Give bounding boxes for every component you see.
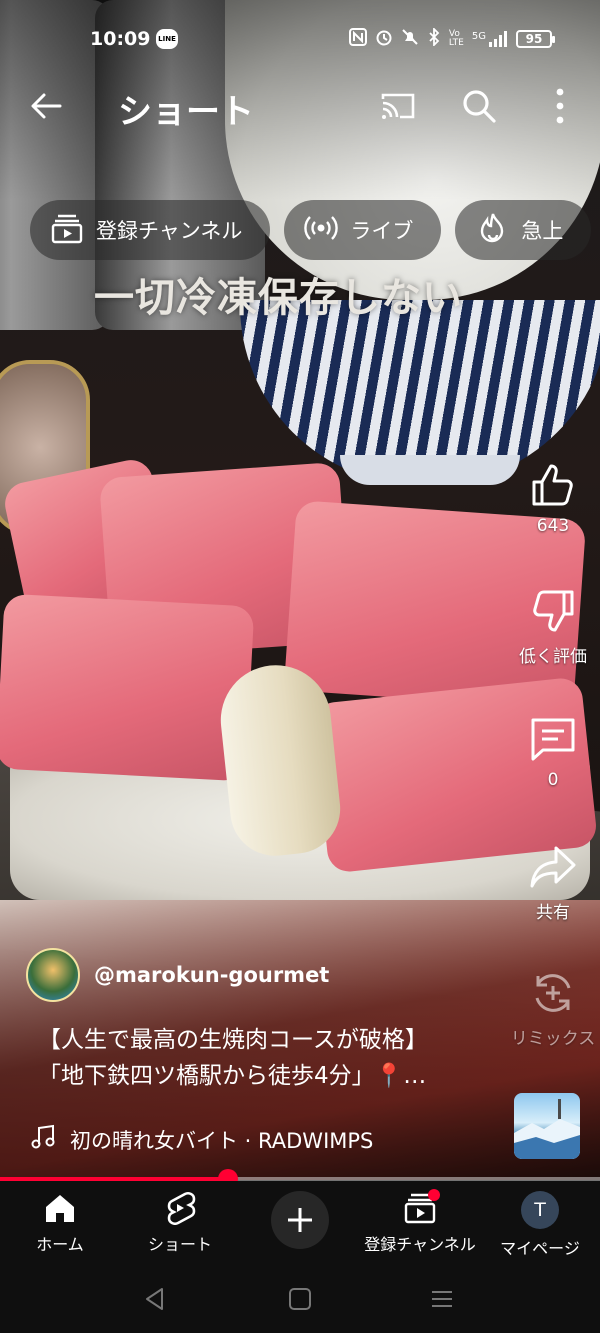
shorts-icon (167, 1191, 196, 1225)
channel-avatar[interactable] (26, 948, 80, 1002)
nfc-icon (348, 28, 367, 50)
nav-label: ショート (147, 1235, 212, 1254)
back-arrow-icon[interactable] (28, 88, 64, 124)
chip-trending[interactable]: 急上 (455, 200, 592, 260)
share-icon (530, 846, 576, 888)
music-title: 初の晴れ女バイト · RADWIMPS (70, 1128, 374, 1153)
bottom-navigation: ホーム ショート 登録チャンネル T マイページ (0, 1181, 600, 1266)
more-options-icon[interactable] (548, 86, 572, 126)
mute-icon (401, 28, 419, 50)
status-time: 10:09 (90, 28, 151, 50)
create-button[interactable] (271, 1191, 329, 1249)
subscriptions-icon (50, 211, 84, 250)
home-icon (46, 1195, 74, 1222)
comment-count: 0 (547, 770, 559, 790)
nav-label: ホーム (36, 1235, 84, 1254)
line-notification-icon: LINE (156, 29, 178, 49)
system-back-icon[interactable] (140, 1284, 170, 1314)
nav-label: 登録チャンネル (364, 1235, 476, 1254)
meat-slice (0, 593, 255, 782)
chip-subscriptions[interactable]: 登録チャンネル (30, 200, 271, 260)
app-bar: ショート (0, 78, 600, 134)
description-line: 【人生で最高の生焼肉コースが破格】 (38, 1027, 428, 1053)
comments-button[interactable]: 0 (506, 714, 600, 790)
live-icon (304, 211, 339, 250)
music-row[interactable]: 初の晴れ女バイト · RADWIMPS (30, 1124, 373, 1155)
comment-icon (531, 718, 575, 761)
remix-button[interactable]: リミックス (506, 968, 600, 1049)
chip-label: 急上 (521, 219, 564, 243)
like-count: 643 (536, 516, 570, 536)
remix-icon (535, 974, 571, 1012)
nav-label: マイページ (500, 1239, 580, 1258)
plus-icon (288, 1208, 312, 1232)
nav-profile[interactable]: T マイページ (480, 1181, 600, 1259)
search-icon[interactable] (461, 88, 497, 124)
alarm-icon (375, 28, 393, 50)
description-line: 「地下鉄四ツ橋駅から徒歩4分」📍… (38, 1063, 427, 1089)
nav-subscriptions[interactable]: 登録チャンネル (360, 1181, 480, 1255)
signal-icon: 5G (472, 31, 508, 47)
album-art-icon (514, 1099, 580, 1159)
status-icons: Vo LTE 5G 95 (348, 26, 555, 50)
notification-dot (428, 1189, 440, 1201)
video-caption-overlay: 一切冷凍保存しない (94, 274, 463, 321)
nav-home[interactable]: ホーム (0, 1181, 120, 1255)
status-bar: 10:09 LINE Vo LTE 5G 95 (0, 22, 600, 62)
system-recents-icon[interactable] (427, 1284, 457, 1314)
dislike-button[interactable]: 低く評価 (506, 586, 600, 667)
chip-label: 登録チャンネル (96, 219, 243, 243)
channel-handle[interactable]: @marokun-gourmet (94, 963, 329, 987)
system-navigation-bar (0, 1266, 600, 1333)
system-home-icon[interactable] (285, 1284, 315, 1314)
thumbs-up-icon (532, 464, 573, 506)
like-button[interactable]: 643 (506, 460, 600, 536)
music-thumbnail[interactable] (514, 1093, 580, 1159)
dislike-label: 低く評価 (519, 647, 587, 667)
chip-label: ライブ (350, 219, 414, 243)
share-button[interactable]: 共有 (506, 842, 600, 923)
page-title: ショート (118, 92, 254, 132)
trending-icon (475, 211, 509, 250)
chip-live[interactable]: ライブ (284, 200, 442, 260)
user-avatar: T (521, 1191, 559, 1229)
battery-icon: 95 (516, 30, 555, 48)
remix-label: リミックス (510, 1029, 596, 1049)
volte-icon: Vo LTE (448, 29, 464, 48)
rice-bowl-foot (340, 455, 520, 485)
cast-icon[interactable] (380, 90, 416, 122)
music-note-icon (30, 1124, 56, 1155)
bluetooth-icon (427, 26, 441, 50)
channel-row[interactable]: @marokun-gourmet (26, 948, 329, 1002)
thumbs-down-icon (533, 590, 574, 632)
share-label: 共有 (536, 903, 570, 923)
video-description[interactable]: 【人生で最高の生焼肉コースが破格】 「地下鉄四ツ橋駅から徒歩4分」📍… (38, 1022, 488, 1094)
feed-filter-chips: 登録チャンネル ライブ 急上 (30, 200, 592, 260)
network-type: 5G (471, 31, 486, 42)
nav-shorts[interactable]: ショート (120, 1181, 240, 1255)
